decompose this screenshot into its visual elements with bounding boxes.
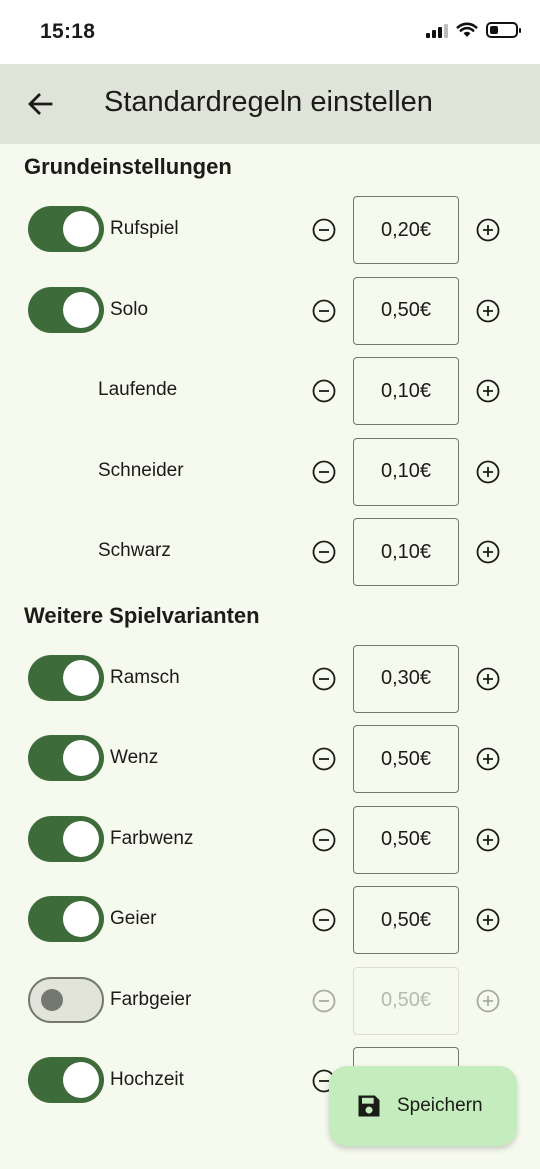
decrease-icon[interactable]	[312, 460, 336, 484]
settings-content: Grundeinstellungen Rufspiel 0,20€ Solo 0,50…	[0, 144, 540, 1122]
rule-label: Rufspiel	[110, 218, 179, 239]
rule-toggle-switch[interactable]	[28, 206, 104, 252]
increase-icon[interactable]	[476, 218, 500, 242]
status-icons	[426, 22, 521, 38]
decrease-icon[interactable]	[312, 828, 336, 852]
decrease-icon[interactable]	[312, 747, 336, 771]
signal-icon	[426, 22, 448, 38]
wifi-icon	[456, 22, 478, 37]
toggle-knob	[41, 988, 63, 1011]
rule-amount-field[interactable]: 0,50€	[353, 966, 459, 1035]
save-button[interactable]: Speichern	[329, 1066, 517, 1146]
rule-amount-field[interactable]: 0,50€	[353, 886, 459, 954]
toggle-knob	[63, 740, 99, 776]
rule-row: Wenz 0,50€	[0, 719, 540, 800]
decrease-icon[interactable]	[312, 218, 336, 242]
increase-icon[interactable]	[476, 908, 500, 932]
rule-amount-field[interactable]: 0,20€	[353, 196, 459, 264]
increase-icon[interactable]	[476, 989, 500, 1013]
rule-row: Schwarz 0,10€	[0, 512, 540, 593]
basic-rules-list: Rufspiel 0,20€ Solo 0,50€ Laufende 0,10€ Schne…	[0, 190, 540, 593]
increase-icon[interactable]	[476, 828, 500, 852]
rule-amount-field[interactable]: 0,50€	[353, 805, 459, 874]
rule-amount-field[interactable]: 0,50€	[353, 725, 459, 793]
rule-amount-field[interactable]: 0,30€	[353, 644, 459, 713]
toggle-knob	[63, 291, 99, 328]
rule-amount-field[interactable]: 0,10€	[353, 437, 459, 506]
rule-row: Farbgeier 0,50€	[0, 961, 540, 1042]
rule-row: Schneider 0,10€	[0, 432, 540, 513]
rule-label: Hochzeit	[110, 1069, 184, 1090]
increase-icon[interactable]	[476, 540, 500, 564]
battery-icon	[486, 22, 521, 38]
rule-toggle-switch[interactable]	[28, 815, 104, 862]
rule-row: Farbwenz 0,50€	[0, 800, 540, 881]
toggle-knob	[63, 820, 99, 857]
rule-toggle-switch[interactable]	[28, 735, 104, 781]
increase-icon[interactable]	[476, 460, 500, 484]
page-title: Standardregeln einstellen	[104, 86, 433, 118]
more-rules-list: Ramsch 0,30€ Wenz 0,50€ Farbwenz 0,50€ Geier 0,…	[0, 639, 540, 1122]
status-bar: 15:18	[0, 0, 540, 64]
rule-toggle-switch[interactable]	[28, 286, 104, 333]
decrease-icon[interactable]	[312, 540, 336, 564]
rule-toggle-switch[interactable]	[28, 896, 104, 942]
rule-row: Rufspiel 0,20€	[0, 190, 540, 271]
rule-label: Farbwenz	[110, 827, 194, 849]
rule-label: Geier	[110, 908, 157, 929]
rule-label: Schneider	[98, 459, 184, 481]
decrease-icon[interactable]	[312, 299, 336, 323]
rule-toggle-switch[interactable]	[28, 654, 104, 701]
rule-row: Geier 0,50€	[0, 880, 540, 961]
decrease-icon[interactable]	[312, 379, 336, 403]
rule-row: Ramsch 0,30€	[0, 639, 540, 720]
back-arrow-icon[interactable]	[26, 90, 54, 118]
increase-icon[interactable]	[476, 379, 500, 403]
decrease-icon[interactable]	[312, 908, 336, 932]
decrease-icon[interactable]	[312, 667, 336, 691]
rule-label: Farbgeier	[110, 988, 192, 1010]
save-icon	[358, 1095, 380, 1117]
rule-toggle-switch[interactable]	[28, 1057, 104, 1103]
rule-label: Schwarz	[98, 540, 171, 561]
toggle-knob	[63, 901, 99, 937]
section-title-more: Weitere Spielvarianten	[24, 602, 260, 628]
rule-amount-field[interactable]: 0,50€	[353, 276, 459, 345]
rule-label: Laufende	[98, 379, 178, 400]
save-button-label: Speichern	[397, 1095, 483, 1116]
toggle-knob	[63, 659, 99, 696]
decrease-icon[interactable]	[312, 989, 336, 1013]
increase-icon[interactable]	[476, 747, 500, 771]
section-title-basic: Grundeinstellungen	[24, 154, 232, 179]
status-time: 15:18	[40, 20, 96, 43]
rule-label: Solo	[110, 298, 149, 320]
rule-row: Solo 0,50€	[0, 271, 540, 352]
rule-row: Laufende 0,10€	[0, 351, 540, 432]
increase-icon[interactable]	[476, 667, 500, 691]
rule-amount-field[interactable]: 0,10€	[353, 518, 459, 586]
increase-icon[interactable]	[476, 299, 500, 323]
toggle-knob	[63, 1062, 99, 1098]
rule-toggle-switch[interactable]	[28, 976, 104, 1023]
rule-label: Ramsch	[110, 666, 180, 688]
app-bar: Standardregeln einstellen	[0, 64, 540, 144]
rule-amount-field[interactable]: 0,10€	[353, 357, 459, 425]
toggle-knob	[63, 211, 99, 247]
rule-label: Wenz	[110, 747, 159, 768]
